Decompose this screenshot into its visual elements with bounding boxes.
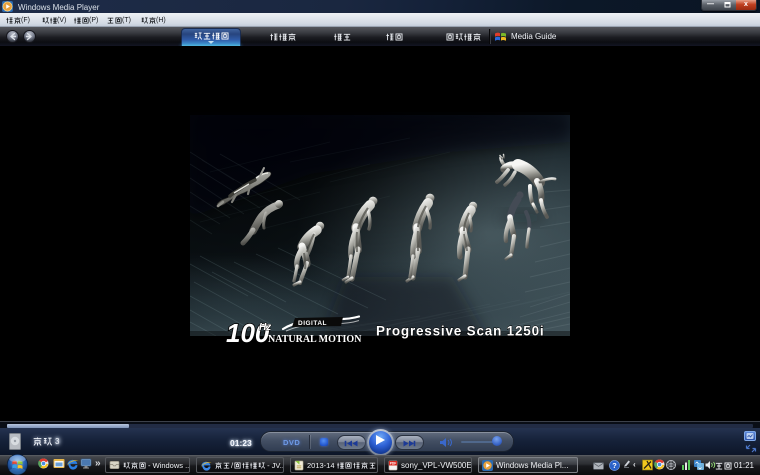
- svg-text:DIGITAL: DIGITAL: [298, 320, 327, 327]
- svg-text:PDF: PDF: [390, 461, 397, 465]
- svg-text:Hz: Hz: [259, 322, 271, 333]
- svg-text:Progressive Scan 1250i: Progressive Scan 1250i: [376, 324, 544, 339]
- svg-text:?: ?: [612, 461, 617, 470]
- svg-text:NATURAL MOTION: NATURAL MOTION: [268, 334, 362, 343]
